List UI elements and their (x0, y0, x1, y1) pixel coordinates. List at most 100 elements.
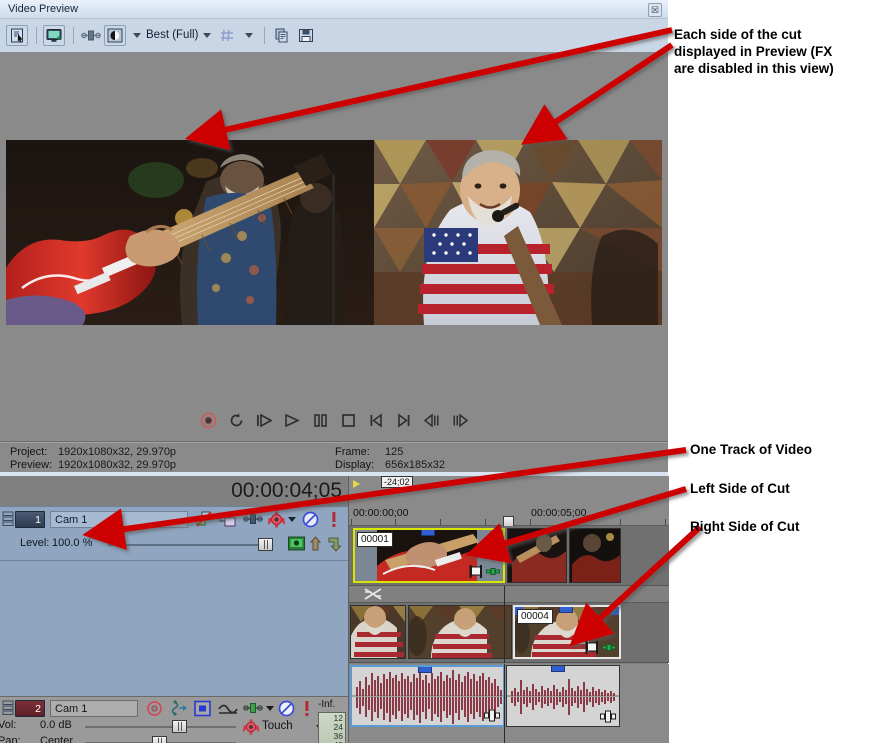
mute-audio-track-icon[interactable] (278, 700, 295, 717)
chevron-down-icon[interactable] (245, 32, 254, 38)
save-snapshot-icon[interactable] (295, 25, 317, 46)
cursor-timecode[interactable]: 00:00:04;05 (231, 479, 342, 503)
split-screen-icon[interactable] (80, 25, 102, 46)
timeline-events-panel: -24;02 00:00:00;00 00:00:05;00 00001 000… (348, 476, 669, 743)
go-to-end-button[interactable] (395, 411, 414, 430)
audio-event-00001[interactable]: 00001 (350, 665, 505, 727)
audio-event-fade-handle[interactable] (551, 666, 565, 672)
audio-event-fade-handle[interactable] (418, 667, 432, 673)
video-track-header[interactable]: 1 Cam 1 Level: 100.0 % (0, 507, 348, 561)
audio-event-action-icons[interactable] (484, 709, 500, 722)
audio-event-fx-icon (484, 709, 500, 722)
parent-compositing-down-icon[interactable] (328, 536, 342, 552)
video-event-00001[interactable]: 00001 (353, 528, 505, 583)
chevron-down-icon[interactable] (133, 32, 141, 38)
video-track-name[interactable]: Cam 1 (50, 511, 188, 528)
event-fade-handle[interactable] (421, 530, 435, 536)
grid-overlay-icon[interactable] (216, 25, 238, 46)
pause-button[interactable] (311, 411, 330, 430)
make-compositing-child-icon[interactable] (288, 536, 305, 552)
frame-value: 125 (385, 446, 404, 458)
automation-settings-icon[interactable] (268, 511, 285, 528)
video-preview-canvas[interactable] (0, 52, 668, 442)
automation-mode-label[interactable]: Touch (262, 720, 293, 732)
level-label: Level: (20, 537, 50, 549)
annotation-left-side: Left Side of Cut (690, 481, 790, 496)
video-track-row-2[interactable]: 00004 (349, 603, 669, 663)
video-event-mid-b[interactable] (569, 528, 621, 583)
video-event-row2-a[interactable] (350, 605, 406, 659)
video-event-label-00004: 00004 (517, 609, 553, 624)
event-action-icons[interactable] (585, 641, 616, 654)
video-track-number[interactable]: 1 (15, 511, 45, 528)
play-button[interactable] (283, 411, 302, 430)
copy-snapshot-icon[interactable] (271, 25, 293, 46)
transport-controls (0, 407, 668, 433)
solo-audio-track-icon[interactable] (303, 700, 311, 717)
event-action-icons[interactable] (469, 565, 500, 578)
video-event-mid-a[interactable] (507, 528, 567, 583)
capture-still-icon[interactable] (6, 24, 28, 46)
marker-strip[interactable]: -24;02 (349, 476, 669, 490)
ruler-label-0: 00:00:00;00 (353, 507, 409, 519)
previous-frame-button[interactable] (423, 411, 442, 430)
level-slider-thumb[interactable] (258, 538, 273, 551)
meter-top-label: -Inf. (318, 699, 336, 710)
volume-slider-thumb[interactable] (172, 720, 187, 733)
audio-track-number[interactable]: 2 (15, 700, 45, 717)
track-list-icon[interactable] (2, 511, 14, 529)
video-track-row-1[interactable]: 00001 (349, 526, 669, 586)
event-pan-crop-icon (469, 565, 482, 578)
screenshot-root: Video Preview ☒ Best (Full) Project: 192… (0, 0, 874, 743)
preview-value: 1920x1080x32, 29.970p (58, 459, 177, 471)
toolbar-separator (264, 26, 266, 44)
chevron-down-icon[interactable] (203, 32, 212, 38)
pan-value: Center (40, 735, 74, 743)
input-monitor-icon[interactable] (194, 700, 211, 717)
track-motion-audio-icon[interactable] (243, 701, 263, 715)
preview-quality-label[interactable]: Best (Full) (146, 29, 198, 41)
next-frame-button[interactable] (451, 411, 470, 430)
chevron-down-icon[interactable] (266, 706, 274, 711)
go-to-start-button[interactable] (367, 411, 386, 430)
track-fx-audio-icon[interactable] (170, 700, 189, 717)
compositing-mode-icon[interactable] (219, 511, 236, 528)
audio-meter[interactable]: 12 24 36 48 (318, 712, 346, 743)
volume-slider-track[interactable] (85, 726, 236, 728)
close-icon[interactable]: ☒ (648, 3, 662, 17)
loop-playback-button[interactable] (227, 411, 246, 430)
track-list-icon[interactable] (2, 700, 14, 718)
mute-track-icon[interactable] (302, 511, 319, 528)
audio-event-00004[interactable]: 00004 (506, 665, 620, 727)
timeline-ruler[interactable]: 00:00:00;00 00:00:05;00 (349, 490, 669, 530)
phase-invert-icon[interactable] (218, 700, 238, 716)
video-event-00004[interactable]: 00004 (513, 605, 621, 659)
arm-record-icon[interactable] (146, 700, 163, 717)
event-fx-icon (602, 644, 616, 651)
audio-track-header[interactable]: 2 Cam 1 Vol: 0.0 dB Pan: Center Touch -I… (0, 696, 348, 743)
chevron-down-icon[interactable] (288, 517, 296, 522)
external-monitor-icon[interactable] (43, 24, 65, 46)
play-from-start-button[interactable] (255, 411, 274, 430)
annotation-preview-sides: Each side of the cut displayed in Previe… (674, 27, 834, 76)
video-event-row2-b[interactable] (408, 605, 512, 659)
timecode-strip: 00:00:04;05 (0, 476, 348, 506)
audio-event-action-icons[interactable] (600, 710, 616, 723)
audio-track-row[interactable]: 00001 (349, 664, 669, 743)
stop-button[interactable] (339, 411, 358, 430)
level-slider-track[interactable] (108, 544, 272, 546)
automation-mode-icon[interactable] (243, 719, 259, 735)
cursor-line-segment (504, 586, 505, 603)
ruler-label-1: 00:00:05;00 (531, 507, 587, 519)
event-fade-handle[interactable] (559, 607, 573, 613)
audio-track-name[interactable]: Cam 1 (50, 700, 138, 717)
track-fx-icon[interactable] (196, 511, 213, 528)
parent-compositing-up-icon[interactable] (310, 536, 324, 552)
window-title: Video Preview (8, 3, 79, 15)
event-fade-out-corner[interactable] (611, 607, 619, 615)
record-button[interactable] (199, 411, 218, 430)
pan-slider-thumb[interactable] (152, 736, 167, 743)
alpha-channel-icon[interactable] (104, 24, 126, 46)
solo-track-icon[interactable] (330, 511, 338, 528)
track-motion-icon[interactable] (243, 512, 263, 526)
